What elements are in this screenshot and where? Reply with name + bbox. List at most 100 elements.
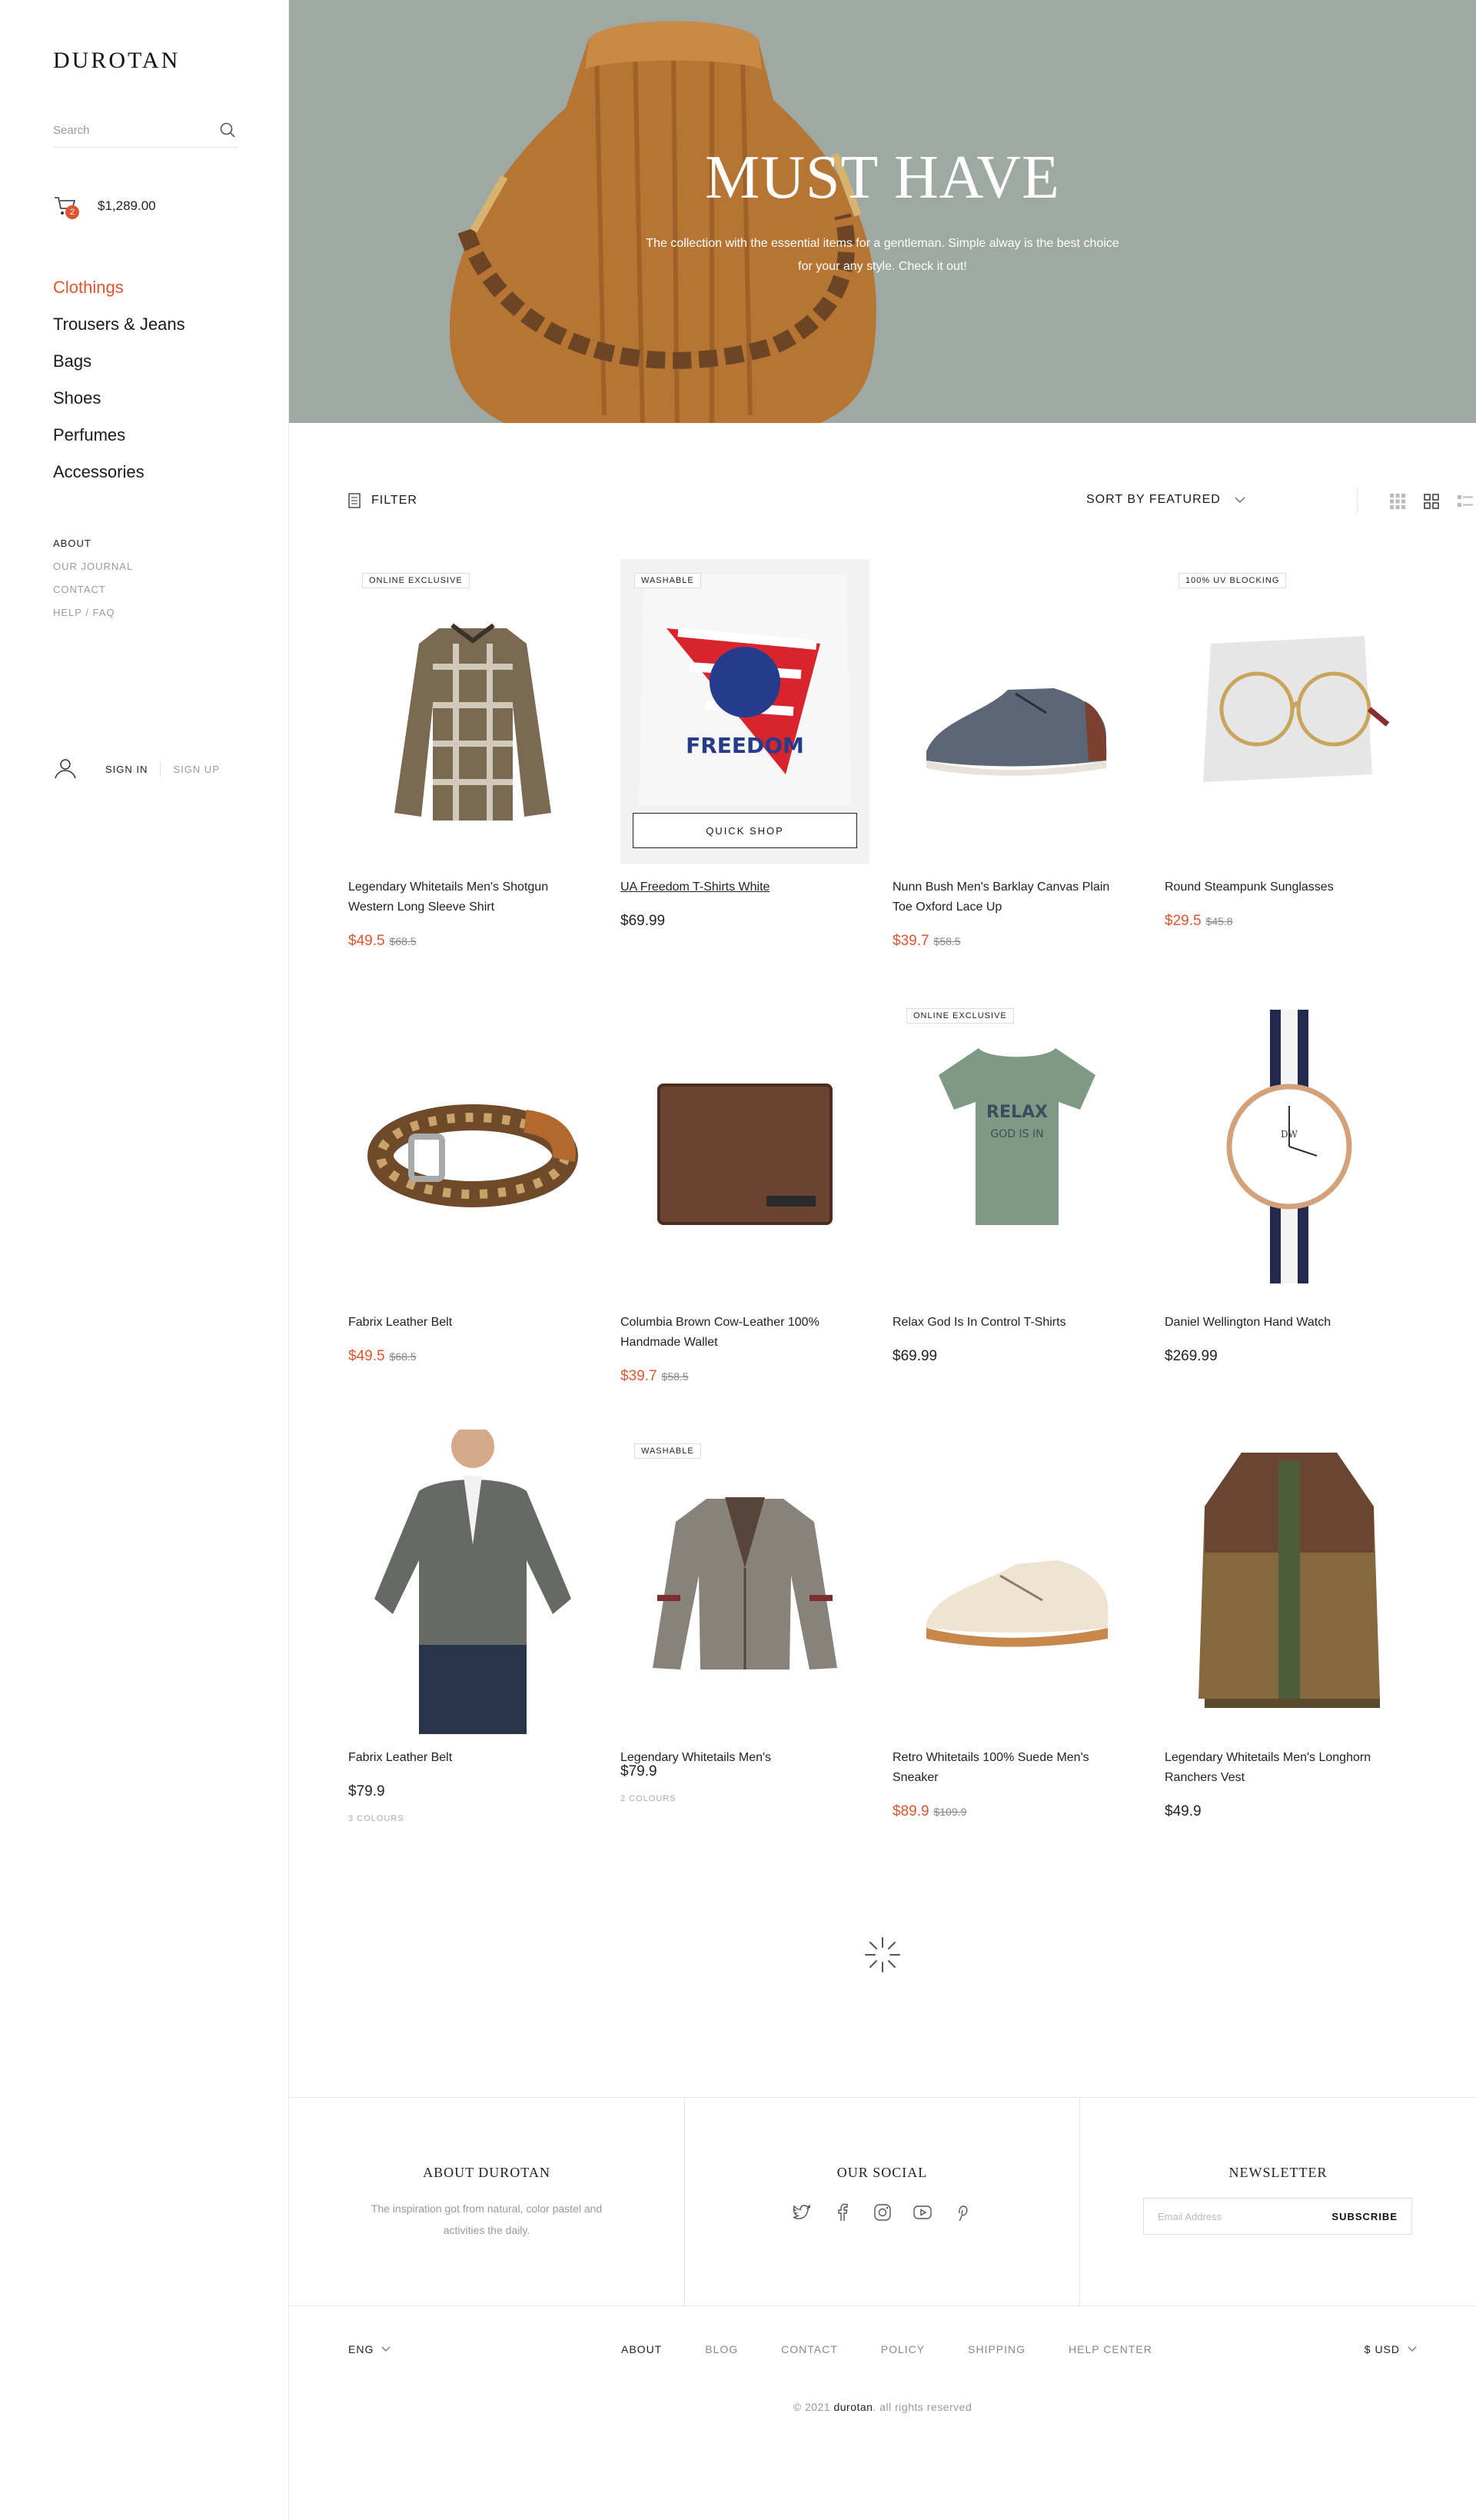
product-price: $69.99 bbox=[620, 913, 666, 929]
link-our-journal[interactable]: OUR JOURNAL bbox=[53, 560, 133, 583]
logo[interactable]: DUROTAN bbox=[53, 48, 180, 74]
product-name[interactable]: Fabrix Leather Belt bbox=[348, 1748, 579, 1768]
product-price: $69.99 bbox=[893, 1348, 938, 1364]
newsletter-form: SUBSCRIBE bbox=[1143, 2198, 1412, 2235]
product-image[interactable]: RELAX GOD IS IN ONLINE EXCLUSIVE bbox=[893, 994, 1142, 1299]
svg-text:FREEDOM: FREEDOM bbox=[686, 733, 804, 758]
filter-label: FILTER bbox=[371, 494, 417, 507]
footer-link-blog[interactable]: BLOG bbox=[705, 2343, 738, 2355]
filter-button[interactable]: FILTER bbox=[348, 493, 417, 508]
search-icon[interactable] bbox=[219, 122, 236, 138]
list-view-icon[interactable] bbox=[1457, 493, 1474, 510]
language-label: ENG bbox=[348, 2343, 374, 2355]
subscribe-button[interactable]: SUBSCRIBE bbox=[1318, 2211, 1411, 2222]
footer-link-about[interactable]: ABOUT bbox=[621, 2343, 662, 2355]
sale-price: $49.5 bbox=[348, 933, 385, 949]
category-accessories[interactable]: Accessories bbox=[53, 459, 185, 496]
hero-banner: MUST HAVE The collection with the essent… bbox=[289, 0, 1476, 423]
product-name[interactable]: Legendary Whitetails Men's Longhorn Ranc… bbox=[1165, 1748, 1395, 1788]
product-name[interactable]: Nunn Bush Men's Barklay Canvas Plain Toe… bbox=[893, 877, 1123, 917]
footer-link-contact[interactable]: CONTACT bbox=[781, 2343, 838, 2355]
cart-icon[interactable]: 2 bbox=[53, 193, 79, 219]
newsletter-title: NEWSLETTER bbox=[1228, 2165, 1328, 2180]
instagram-icon[interactable] bbox=[873, 2202, 893, 2222]
footer-link-policy[interactable]: POLICY bbox=[881, 2343, 925, 2355]
grid-2-view-icon[interactable] bbox=[1423, 493, 1440, 510]
product-image[interactable]: WASHABLE bbox=[620, 1430, 869, 1734]
product-image[interactable]: 100% UV BLOCKING bbox=[1165, 559, 1414, 864]
old-price: $58.5 bbox=[661, 1370, 689, 1383]
product-name[interactable]: Retro Whitetails 100% Suede Men's Sneake… bbox=[893, 1748, 1123, 1788]
divider bbox=[160, 761, 161, 777]
footer-nav: ABOUT BLOG CONTACT POLICY SHIPPING HELP … bbox=[621, 2343, 1195, 2355]
footer-bar: ENG ABOUT BLOG CONTACT POLICY SHIPPING H… bbox=[348, 2343, 1417, 2366]
sort-label: SORT BY FEATURED bbox=[1086, 493, 1221, 506]
product-name[interactable]: UA Freedom T-Shirts White bbox=[620, 877, 851, 897]
category-perfumes[interactable]: Perfumes bbox=[53, 422, 185, 459]
product-name[interactable]: Round Steampunk Sunglasses bbox=[1165, 877, 1395, 897]
product-price: $29.5 $45.8 bbox=[1165, 913, 1233, 930]
chevron-down-icon bbox=[1408, 2346, 1417, 2352]
footer-link-help-center[interactable]: HELP CENTER bbox=[1069, 2343, 1152, 2355]
category-trousers-jeans[interactable]: Trousers & Jeans bbox=[53, 311, 185, 348]
sign-in-link[interactable]: SIGN IN bbox=[105, 764, 148, 775]
search-input[interactable] bbox=[53, 115, 207, 145]
svg-text:GOD IS IN: GOD IS IN bbox=[990, 1128, 1043, 1140]
product-name[interactable]: Daniel Wellington Hand Watch bbox=[1165, 1313, 1395, 1333]
sale-price: $39.7 bbox=[893, 933, 929, 949]
copyright-suffix: . all rights reserved bbox=[873, 2401, 972, 2413]
link-contact[interactable]: CONTACT bbox=[53, 583, 133, 606]
currency-selector[interactable]: $ USD bbox=[1365, 2343, 1417, 2355]
sign-up-link[interactable]: SIGN UP bbox=[173, 764, 219, 775]
product-price: $269.99 bbox=[1165, 1348, 1218, 1364]
chevron-down-icon bbox=[1235, 497, 1245, 503]
footer-about: ABOUT DUROTAN The inspiration got from n… bbox=[289, 2098, 684, 2307]
search-box bbox=[53, 115, 238, 148]
product-image[interactable] bbox=[1165, 1430, 1414, 1734]
link-help-faq[interactable]: HELP / FAQ bbox=[53, 606, 133, 629]
product-tag: WASHABLE bbox=[634, 1443, 701, 1459]
youtube-icon[interactable] bbox=[913, 2202, 932, 2222]
product-image[interactable] bbox=[348, 1425, 597, 1734]
copyright-brand[interactable]: durotan bbox=[833, 2401, 873, 2413]
product-image[interactable] bbox=[620, 994, 869, 1299]
product-image[interactable] bbox=[348, 994, 597, 1299]
product-image[interactable] bbox=[893, 1430, 1142, 1734]
product-image[interactable]: DW bbox=[1165, 994, 1414, 1299]
quick-shop-button[interactable]: QUICK SHOP bbox=[633, 813, 857, 848]
footer-newsletter: NEWSLETTER SUBSCRIBE bbox=[1079, 2098, 1476, 2307]
product-image[interactable]: ONLINE EXCLUSIVE bbox=[348, 559, 597, 864]
product-price: $89.9 $109.9 bbox=[893, 1803, 966, 1820]
language-selector[interactable]: ENG bbox=[348, 2343, 391, 2355]
product-name[interactable]: Fabrix Leather Belt bbox=[348, 1313, 579, 1333]
email-field[interactable] bbox=[1144, 2199, 1318, 2233]
cart[interactable]: 2 $1,289.00 bbox=[53, 191, 156, 221]
product-name[interactable]: Relax God Is In Control T-Shirts bbox=[893, 1313, 1123, 1333]
product-price: $39.7 $58.5 bbox=[620, 1368, 689, 1385]
filter-icon bbox=[348, 493, 361, 508]
toolbar-divider bbox=[1357, 488, 1358, 514]
about-text: The inspiration got from natural, color … bbox=[371, 2202, 603, 2236]
twitter-icon[interactable] bbox=[793, 2202, 813, 2222]
sort-dropdown[interactable]: SORT BY FEATURED bbox=[1086, 493, 1245, 507]
category-shoes[interactable]: Shoes bbox=[53, 385, 185, 422]
product-name[interactable]: Columbia Brown Cow-Leather 100% Handmade… bbox=[620, 1313, 851, 1353]
category-clothings[interactable]: Clothings bbox=[53, 275, 185, 311]
link-about[interactable]: ABOUT bbox=[53, 537, 133, 560]
about-title: ABOUT DUROTAN bbox=[423, 2165, 550, 2180]
product-price: $79.9 bbox=[620, 1763, 657, 1779]
product-image[interactable]: FREEDOM WASHABLE QUICK SHOP bbox=[620, 559, 869, 864]
account-links: SIGN IN SIGN UP bbox=[53, 757, 220, 781]
grid-4-view-icon[interactable] bbox=[1389, 493, 1406, 510]
view-switcher bbox=[1389, 493, 1474, 510]
product-image[interactable] bbox=[893, 559, 1142, 864]
facebook-icon[interactable] bbox=[833, 2202, 853, 2222]
user-icon[interactable] bbox=[53, 757, 78, 781]
hero-description: The collection with the essential items … bbox=[646, 237, 1119, 273]
product-name[interactable]: Legendary Whitetails Men's Shotgun Weste… bbox=[348, 877, 579, 917]
category-nav: Clothings Trousers & Jeans Bags Shoes Pe… bbox=[53, 275, 185, 496]
sale-price: $89.9 bbox=[893, 1803, 929, 1819]
category-bags[interactable]: Bags bbox=[53, 348, 185, 385]
pinterest-icon[interactable] bbox=[952, 2202, 972, 2222]
footer-link-shipping[interactable]: SHIPPING bbox=[968, 2343, 1026, 2355]
